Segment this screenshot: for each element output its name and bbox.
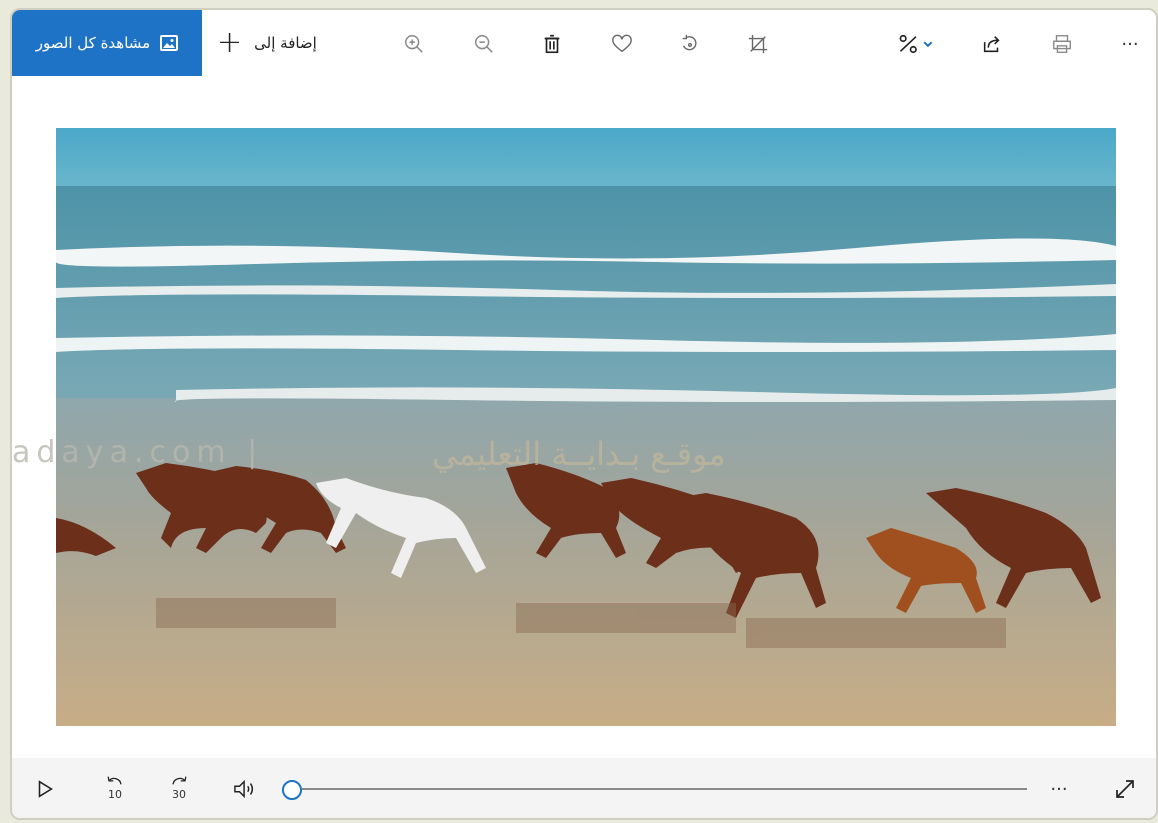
print-icon[interactable] [1048,30,1076,58]
fullscreen-icon[interactable] [1110,776,1140,802]
delete-icon[interactable] [538,30,566,58]
rotate-icon[interactable] [676,30,704,58]
media-more-icon[interactable]: ··· [1044,776,1074,802]
zoom-out-icon[interactable] [470,30,498,58]
watermark-domain: adaya.com | [12,435,264,470]
add-to-label: إضافة إلى [254,34,317,52]
photo-viewer-image [56,128,1116,726]
skip-back-label: 10 [108,788,122,801]
watermark-arabic: موقـع بـدايــة التعليمي [432,435,726,473]
horses-on-beach-image [56,128,1116,726]
skip-back-button[interactable]: 10 [100,776,130,802]
view-all-label: مشاهدة كل الصور [35,34,151,52]
skip-back-icon [107,776,122,785]
top-toolbar: مشاهدة كل الصور + إضافة إلى ··· [12,10,1156,76]
photos-window: مشاهدة كل الصور + إضافة إلى ··· adaya.co… [10,8,1158,820]
more-icon[interactable]: ··· [1116,30,1144,58]
seek-thumb[interactable] [282,780,302,800]
favorite-icon[interactable] [608,30,636,58]
share-icon[interactable] [978,30,1006,58]
edit-icon[interactable] [892,30,940,58]
play-icon[interactable] [30,776,60,802]
skip-forward-icon [172,776,187,785]
plus-icon: + [217,25,243,60]
picture-icon [160,35,179,51]
media-controls-bar: 10 30 ··· [12,758,1156,818]
seek-track[interactable] [302,788,1027,790]
zoom-in-icon[interactable] [400,30,428,58]
add-to-button[interactable]: + إضافة إلى [217,28,317,58]
volume-icon[interactable] [230,776,260,802]
skip-forward-label: 30 [172,788,186,801]
skip-forward-button[interactable]: 30 [164,776,194,802]
crop-icon[interactable] [744,30,772,58]
view-all-photos-button[interactable]: مشاهدة كل الصور [12,10,202,76]
